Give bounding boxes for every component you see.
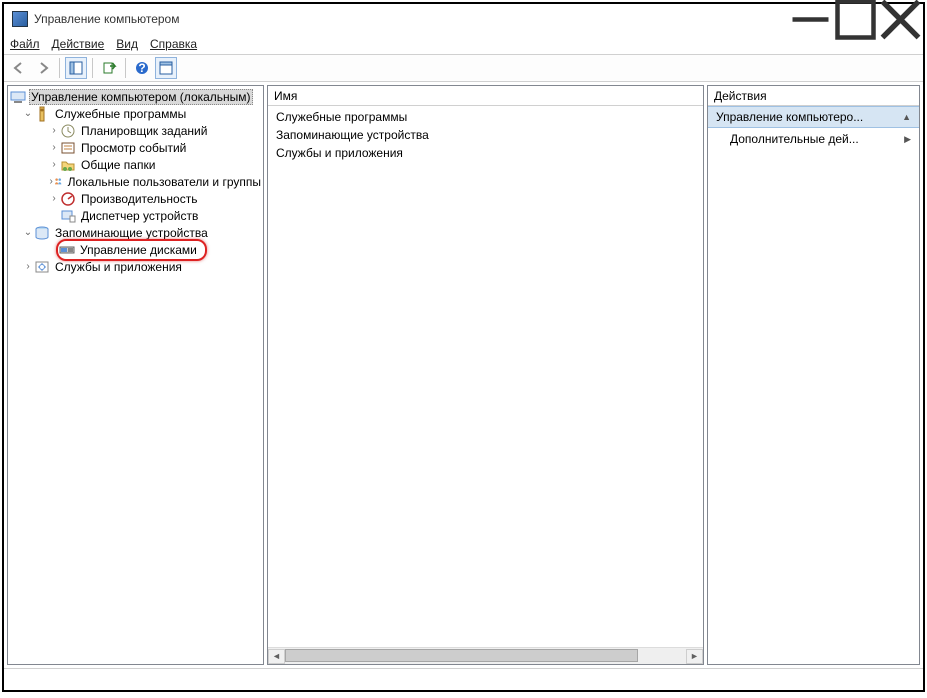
back-button[interactable] bbox=[8, 57, 30, 79]
menu-action[interactable]: Действие bbox=[52, 37, 105, 51]
expand-icon[interactable]: › bbox=[48, 159, 60, 170]
tree-label: Общие папки bbox=[79, 158, 157, 172]
tree-body[interactable]: Управление компьютером (локальным) ⌄ Слу… bbox=[8, 86, 263, 664]
properties-button[interactable] bbox=[155, 57, 177, 79]
toolbar: ? bbox=[4, 54, 923, 82]
actions-context-label: Управление компьютеро... bbox=[716, 110, 863, 124]
actions-more-row[interactable]: Дополнительные дей... ▶ bbox=[708, 128, 919, 150]
tree-label: Служебные программы bbox=[53, 107, 188, 121]
window-title: Управление компьютером bbox=[34, 12, 788, 26]
tree-disk-management[interactable]: Управление дисками bbox=[8, 241, 263, 258]
svg-text:?: ? bbox=[138, 61, 145, 75]
forward-button[interactable] bbox=[32, 57, 54, 79]
tree-label: Службы и приложения bbox=[53, 260, 184, 274]
scroll-right-button[interactable]: ► bbox=[686, 649, 703, 664]
device-icon bbox=[60, 208, 76, 224]
menu-bar: Файл Действие Вид Справка bbox=[4, 34, 923, 54]
scroll-track[interactable] bbox=[285, 649, 686, 664]
list-item-label: Служебные программы bbox=[276, 110, 407, 124]
title-bar: Управление компьютером bbox=[4, 4, 923, 34]
actions-more-label: Дополнительные дей... bbox=[716, 132, 859, 146]
services-icon bbox=[34, 259, 50, 275]
tree-panel: Управление компьютером (локальным) ⌄ Слу… bbox=[7, 85, 264, 665]
app-icon bbox=[12, 11, 28, 27]
collapse-icon[interactable]: ⌄ bbox=[22, 108, 34, 119]
tree-label: Производительность bbox=[79, 192, 199, 206]
content-area: Управление компьютером (локальным) ⌄ Слу… bbox=[4, 82, 923, 668]
show-hide-tree-button[interactable] bbox=[65, 57, 87, 79]
help-button[interactable]: ? bbox=[131, 57, 153, 79]
tree-label: Просмотр событий bbox=[79, 141, 188, 155]
tree-device-manager[interactable]: Диспетчер устройств bbox=[8, 207, 263, 224]
close-button[interactable] bbox=[878, 4, 923, 34]
event-icon bbox=[60, 140, 76, 156]
disk-icon bbox=[59, 242, 75, 258]
perf-icon bbox=[60, 191, 76, 207]
tree-services-apps[interactable]: › Службы и приложения bbox=[8, 258, 263, 275]
chevron-right-icon: ▶ bbox=[904, 134, 911, 145]
tree-label: Локальные пользователи и группы bbox=[66, 175, 263, 189]
list-item-label: Службы и приложения bbox=[276, 146, 403, 160]
tree-performance[interactable]: › Производительность bbox=[8, 190, 263, 207]
horizontal-scrollbar[interactable]: ◄ ► bbox=[268, 647, 703, 664]
tree-system-tools[interactable]: ⌄ Служебные программы bbox=[8, 105, 263, 122]
scroll-left-button[interactable]: ◄ bbox=[268, 649, 285, 664]
tree-local-users[interactable]: › Локальные пользователи и группы bbox=[8, 173, 263, 190]
tree-shared-folders[interactable]: › Общие папки bbox=[8, 156, 263, 173]
users-icon bbox=[54, 174, 62, 190]
actions-header-label: Действия bbox=[714, 89, 767, 103]
list-item-tools[interactable]: Служебные программы bbox=[272, 108, 699, 126]
menu-file[interactable]: Файл bbox=[10, 37, 40, 51]
tree-label: Диспетчер устройств bbox=[79, 209, 200, 223]
toolbar-separator bbox=[125, 58, 126, 78]
expand-icon[interactable]: › bbox=[22, 261, 34, 272]
main-column-header[interactable]: Имя bbox=[268, 86, 703, 106]
clock-icon bbox=[60, 123, 76, 139]
actions-panel: Действия Управление компьютеро... ▲ Допо… bbox=[707, 85, 920, 665]
chevron-up-icon: ▲ bbox=[902, 112, 911, 122]
tools-icon bbox=[34, 106, 50, 122]
column-header-name: Имя bbox=[274, 89, 297, 103]
tree-root-label: Управление компьютером (локальным) bbox=[29, 89, 253, 105]
tree-root[interactable]: Управление компьютером (локальным) bbox=[8, 88, 263, 105]
menu-view[interactable]: Вид bbox=[116, 37, 138, 51]
export-button[interactable] bbox=[98, 57, 120, 79]
maximize-button[interactable] bbox=[833, 4, 878, 34]
actions-context-row[interactable]: Управление компьютеро... ▲ bbox=[708, 106, 919, 128]
toolbar-separator bbox=[92, 58, 93, 78]
tree-task-scheduler[interactable]: › Планировщик заданий bbox=[8, 122, 263, 139]
actions-header: Действия bbox=[708, 86, 919, 106]
status-bar bbox=[4, 668, 923, 690]
list-item-services[interactable]: Службы и приложения bbox=[272, 144, 699, 162]
highlight-ring: Управление дисками bbox=[56, 239, 207, 261]
expand-icon[interactable]: › bbox=[48, 125, 60, 136]
list-item-label: Запоминающие устройства bbox=[276, 128, 429, 142]
expand-icon[interactable]: › bbox=[48, 193, 60, 204]
menu-help[interactable]: Справка bbox=[150, 37, 197, 51]
expand-icon[interactable]: › bbox=[48, 142, 60, 153]
tree-label: Управление дисками bbox=[78, 243, 199, 257]
tree-label: Планировщик заданий bbox=[79, 124, 209, 138]
tree-label: Запоминающие устройства bbox=[53, 226, 210, 240]
minimize-button[interactable] bbox=[788, 4, 833, 34]
computer-icon bbox=[10, 89, 26, 105]
collapse-icon[interactable]: ⌄ bbox=[22, 227, 34, 238]
scroll-thumb[interactable] bbox=[285, 649, 638, 662]
shared-icon bbox=[60, 157, 76, 173]
storage-icon bbox=[34, 225, 50, 241]
list-item-storage[interactable]: Запоминающие устройства bbox=[272, 126, 699, 144]
toolbar-separator bbox=[59, 58, 60, 78]
main-panel: Имя Служебные программы Запоминающие уст… bbox=[267, 85, 704, 665]
tree-event-viewer[interactable]: › Просмотр событий bbox=[8, 139, 263, 156]
